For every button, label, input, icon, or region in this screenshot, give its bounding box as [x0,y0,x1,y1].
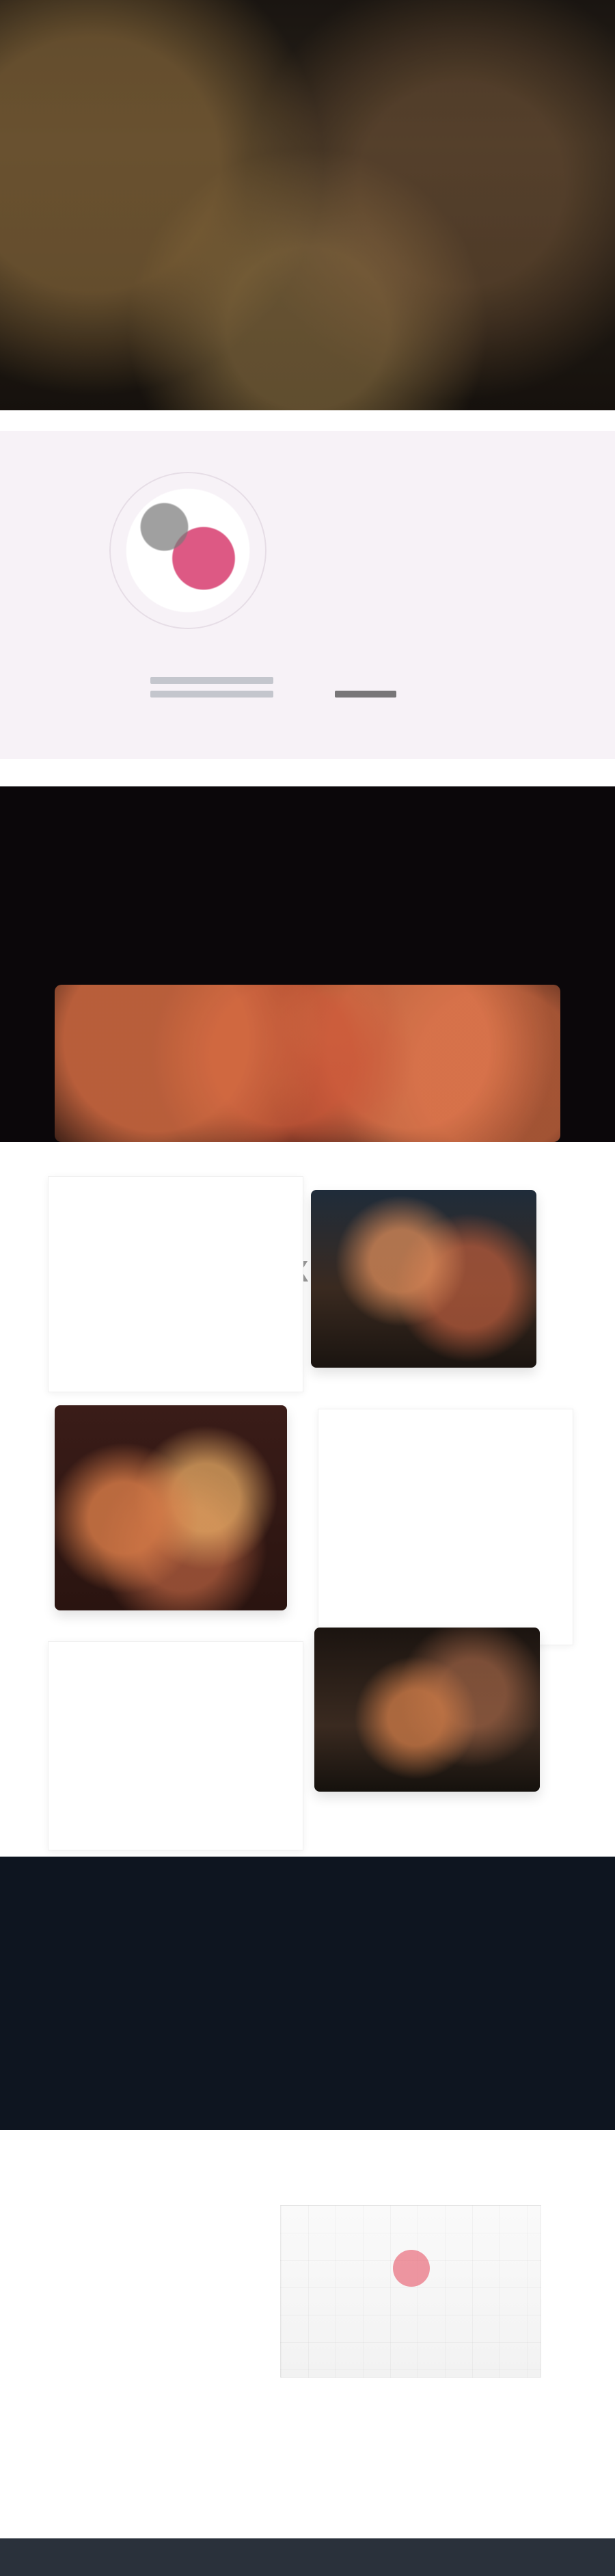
hours-section [0,1857,615,2130]
about-text [335,479,533,486]
menu-photo [55,1405,287,1610]
logo-caption-placeholder [150,670,273,704]
hours-left [184,1901,294,1912]
map-pin-icon [393,2250,430,2287]
menu-card [318,1409,573,1645]
menu-card [48,1176,303,1392]
bottom-bar [0,2538,615,2576]
menu-photo [311,1190,536,1368]
menu-photo [314,1628,540,1792]
menu-card [48,1641,303,1850]
menu-section [48,1176,573,1850]
signature-line [335,691,396,698]
promo-food-image [55,985,560,1142]
contact-details [62,2188,266,2203]
location-map[interactable] [280,2205,541,2378]
hero-background [0,0,615,410]
restaurant-logo [109,472,266,629]
hours-right [335,1901,512,1912]
logo-caption-line [150,677,273,684]
logo-caption-line [150,691,273,698]
